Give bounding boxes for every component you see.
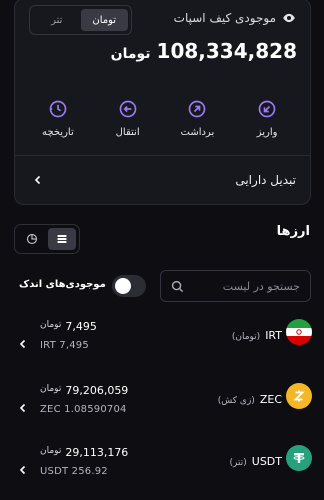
wallet-card: تتر تومان موجودی کیف اسپات 108,334,828 ت… [14,0,311,205]
wallet-actions: تاریخچه انتقال برداشت واریز [15,99,310,138]
asset-toman-value: 29,113,176 تومان [40,446,128,459]
asset-value-unit: تومان [40,384,62,394]
withdraw-label: برداشت [180,127,215,138]
arrow-left-circle-icon [119,100,136,118]
search-box[interactable] [160,270,311,302]
small-balances-label: موجودی‌های اندک [19,279,106,290]
asset-quantity: ZEC 1.08590704 [40,404,127,415]
switch-knob [115,278,131,294]
tether-icon [286,445,312,471]
asset-symbol: ZEC [259,393,282,406]
asset-value: 29,113,176 [65,446,129,459]
asset-row-zec[interactable]: 79,206,059 تومان ZEC 1.08590704 ZEC (زی … [0,380,324,436]
arrow-down-left-icon [258,100,276,118]
pie-view-button[interactable] [18,228,46,250]
search-input[interactable] [190,279,300,293]
wallet-balance: 108,334,828 تومان [111,39,297,63]
clock-icon [49,100,67,118]
pie-chart-icon [26,233,38,245]
history-button[interactable]: تاریخچه [23,99,93,138]
chevron-left-icon [19,339,26,349]
asset-fa-name: (تومان) [231,332,261,342]
eye-icon[interactable] [282,11,296,25]
transfer-button[interactable]: انتقال [93,99,163,138]
small-balances-switch[interactable] [112,275,146,297]
toggle-toman[interactable]: تومان [80,9,128,31]
asset-quantity: USDT 256.92 [40,466,108,477]
asset-fa-name: (زی کش) [217,396,255,406]
zcash-icon [286,383,312,409]
chevron-left-icon [19,403,26,413]
search-icon [171,280,184,292]
balance-value: 108,334,828 [156,39,297,63]
arrow-up-right-icon [189,100,206,118]
asset-row-usdt[interactable]: 29,113,176 تومان USDT 256.92 USDT (تتر) [0,442,324,498]
asset-fa-name: (تتر) [229,458,247,468]
chevron-left-icon [19,465,26,475]
currencies-title: ارزها [276,224,310,239]
asset-value: 79,206,059 [65,384,129,397]
convert-asset-button[interactable]: تبدیل دارایی [15,156,310,204]
asset-value-unit: تومان [40,320,62,330]
toggle-tether[interactable]: تتر [33,9,81,31]
transfer-label: انتقال [115,127,140,138]
asset-symbol: USDT [251,455,282,468]
asset-value-unit: تومان [40,446,62,456]
deposit-label: واریز [256,127,278,138]
asset-name: ZEC (زی کش) [218,393,282,406]
list-icon [57,235,67,243]
asset-row-irt[interactable]: 7,495 تومان IRT 7,495 IRT (تومان) [0,316,324,372]
wallet-label: موجودی کیف اسپات [173,11,276,25]
history-label: تاریخچه [42,127,74,138]
view-mode-toggle[interactable] [14,224,80,254]
asset-name: IRT (تومان) [232,329,282,342]
asset-quantity: IRT 7,495 [40,340,89,351]
convert-asset-label: تبدیل دارایی [235,173,296,187]
iran-flag-icon [286,319,312,345]
wallet-label-row: موجودی کیف اسپات [174,11,296,25]
balance-unit: تومان [110,46,151,62]
asset-toman-value: 79,206,059 تومان [40,384,128,397]
asset-toman-value: 7,495 تومان [40,320,97,333]
asset-symbol: IRT [265,329,282,342]
list-view-button[interactable] [48,228,76,250]
currency-unit-toggle[interactable]: تتر تومان [29,5,132,35]
withdraw-button[interactable]: برداشت [163,99,233,138]
asset-value: 7,495 [65,320,97,333]
chevron-left-icon [34,175,41,185]
deposit-button[interactable]: واریز [232,99,302,138]
asset-name: USDT (تتر) [230,455,282,468]
